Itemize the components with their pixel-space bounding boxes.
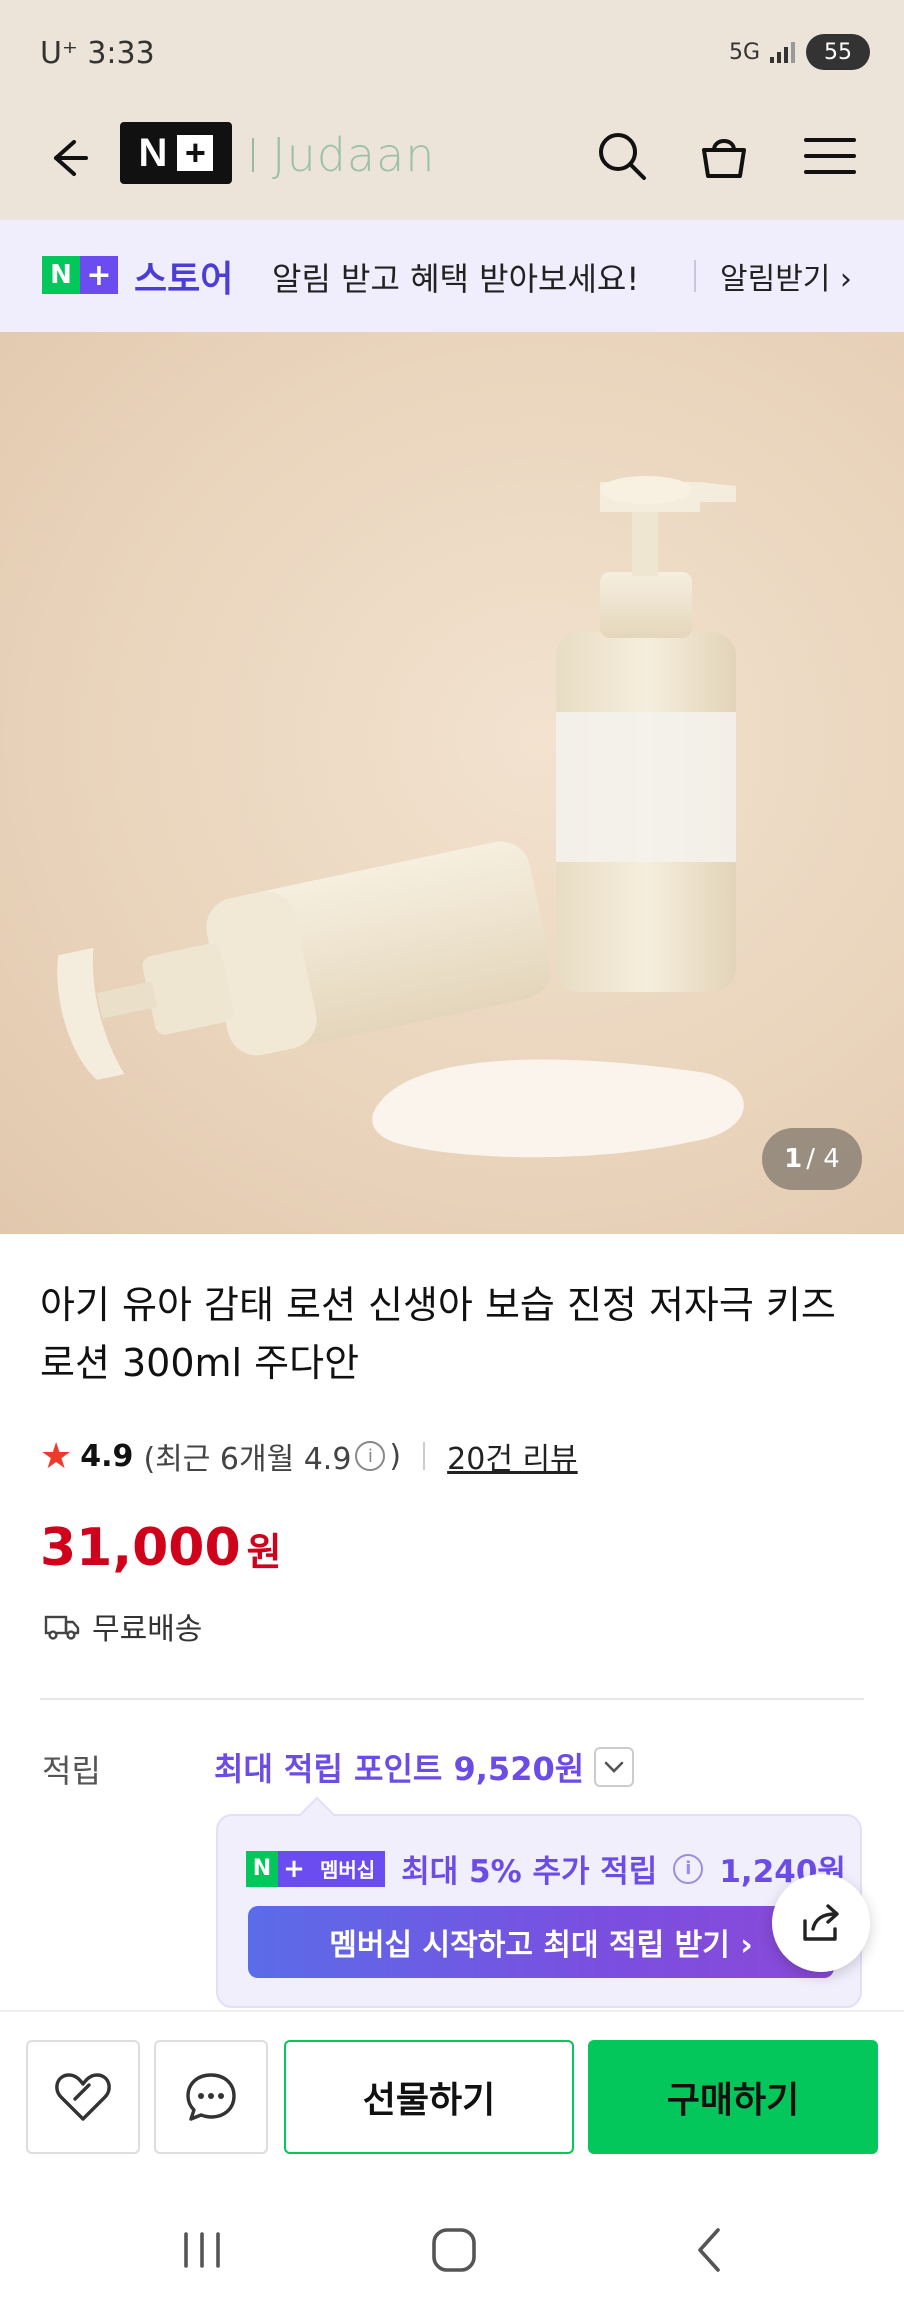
max-points-text: 최대 적립 포인트 9,520원 [214,1750,585,1788]
share-icon [803,1904,839,1941]
naver-plus-badge: N + [42,256,118,294]
rating-row: ★ 4.9 (최근 6개월 4.9 i ) 20건 리뷰 [40,1434,578,1478]
signal-icon [770,42,795,63]
heart-icon [55,2073,111,2121]
shipping-info: 무료배송 [44,1604,202,1648]
membership-promo: N + 멤버십 최대 5% 추가 적립 i 1,240원 멤버십 시작하고 최대 적… [216,1814,862,2008]
membership-start-button[interactable]: 멤버십 시작하고 최대 적립 받기 › [248,1906,834,1978]
system-nav-bar [0,2176,904,2316]
truck-icon [44,1615,80,1640]
status-bar: U⁺ 3:33 5G 55 [0,0,904,108]
network-label: 5G [728,39,760,65]
search-icon[interactable] [592,126,652,186]
brand-divider [252,138,254,172]
info-icon[interactable]: i [673,1853,704,1884]
menu-icon[interactable] [800,126,860,186]
gift-button[interactable]: 선물하기 [284,2040,574,2154]
membership-badge-label: 멤버십 [310,1850,386,1887]
share-button[interactable] [772,1874,870,1972]
buy-button[interactable]: 구매하기 [588,2040,878,2154]
price: 31,000 원 [40,1518,282,1578]
shipping-text: 무료배송 [92,1612,203,1647]
store-notify-banner[interactable]: N + 스토어 알림 받고 혜택 받아보세요! 알림받기 › [0,220,904,332]
max-points-toggle[interactable]: 최대 적립 포인트 9,520원 [214,1744,635,1790]
home-icon[interactable] [424,2220,484,2280]
back-icon[interactable] [680,2220,740,2280]
info-icon[interactable]: i [355,1441,386,1471]
membership-row: N + 멤버십 최대 5% 추가 적립 i 1,240원 [246,1846,846,1891]
battery-level: 55 [824,39,852,65]
app-header: N + Judaan [0,108,904,220]
star-icon: ★ [40,1435,73,1477]
product-photo [57,476,744,1158]
section-divider [40,1698,864,1700]
rating-detail-close: ) [389,1438,402,1474]
notify-divider [694,260,696,292]
notify-subscribe-link[interactable]: 알림받기 › [720,254,852,298]
back-arrow-icon[interactable] [38,130,94,186]
carrier-time: U⁺ 3:33 [40,36,155,71]
chevron-down-icon[interactable] [594,1747,635,1787]
review-count-link[interactable]: 20건 리뷰 [447,1434,578,1478]
rating-score: 4.9 [80,1438,134,1474]
pager-current: 1 [784,1144,803,1174]
purchase-bar: 선물하기 구매하기 [0,2010,904,2154]
cart-icon[interactable] [694,126,754,186]
rating-detail: (최근 6개월 4.9 [143,1442,352,1477]
product-image-gallery[interactable]: 1/ 4 [0,332,904,1234]
wishlist-button[interactable] [26,2040,140,2154]
naver-plus-logo[interactable]: N + [120,122,232,184]
price-value: 31,000 [40,1518,241,1578]
recent-apps-icon[interactable] [172,2220,232,2280]
pager-total: / 4 [806,1144,840,1174]
gallery-pager: 1/ 4 [762,1128,862,1190]
battery-icon: 55 [806,34,870,70]
store-label: 스토어 [134,259,234,300]
price-unit: 원 [246,1530,282,1574]
talk-button[interactable] [154,2040,268,2154]
status-icons: 5G 55 [729,34,870,70]
rating-divider [423,1442,426,1470]
notify-message: 알림 받고 혜택 받아보세요! [272,260,640,298]
membership-badge: N + 멤버십 [246,1850,386,1887]
membership-extra: 최대 5% 추가 적립 [401,1854,658,1890]
brand-name[interactable]: Judaan [272,128,435,182]
product-title: 아기 유아 감태 로션 신생아 보습 진정 저자극 키즈로션 300ml 주다안 [40,1283,836,1385]
chat-icon [186,2073,236,2121]
points-label: 적립 [42,1752,101,1790]
